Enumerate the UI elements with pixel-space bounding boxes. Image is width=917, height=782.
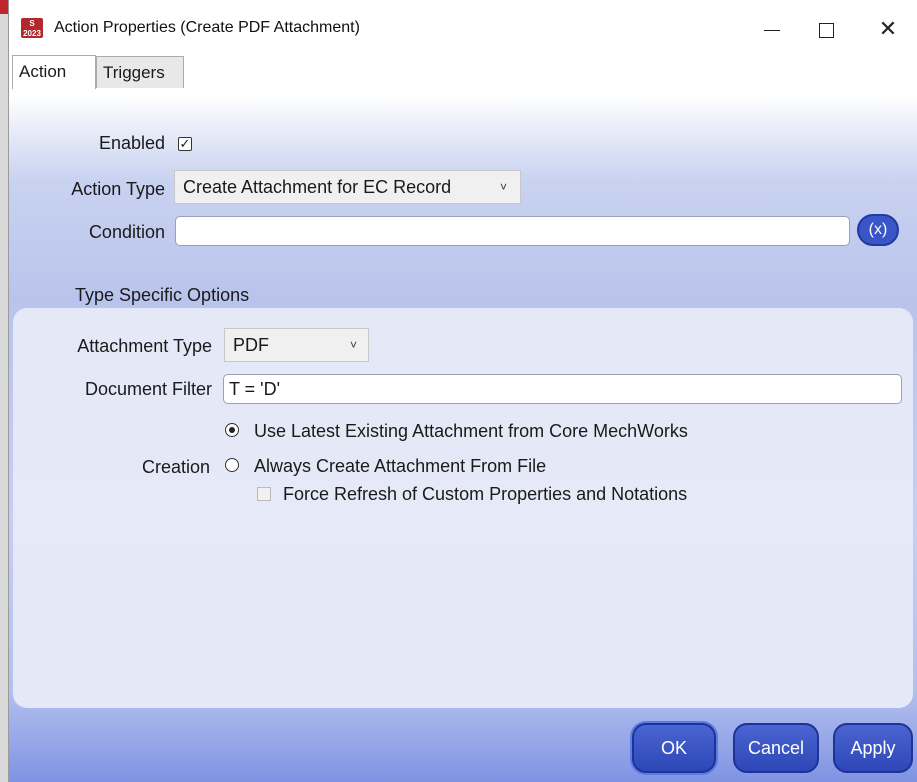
- creation-option-latest-label[interactable]: Use Latest Existing Attachment from Core…: [254, 421, 688, 442]
- attachment-type-value: PDF: [233, 335, 269, 355]
- close-button[interactable]: ✕: [860, 8, 916, 50]
- window-title: Action Properties (Create PDF Attachment…: [54, 19, 360, 36]
- minimize-icon: [764, 29, 780, 31]
- type-specific-options-title: Type Specific Options: [75, 285, 250, 305]
- chevron-down-icon: ˅: [500, 180, 508, 194]
- creation-option-file-radio[interactable]: [225, 458, 239, 472]
- creation-label: Creation: [141, 457, 210, 477]
- tab-action[interactable]: Action: [12, 55, 96, 89]
- ok-button[interactable]: OK: [632, 723, 716, 773]
- condition-input[interactable]: [175, 216, 850, 246]
- maximize-button[interactable]: [798, 8, 854, 50]
- tab-triggers[interactable]: Triggers: [96, 56, 184, 88]
- condition-label: Condition: [88, 222, 165, 242]
- type-specific-options-panel: [13, 308, 913, 708]
- action-type-dropdown[interactable]: Create Attachment for EC Record ˅: [174, 170, 521, 204]
- chevron-down-icon: ˅: [350, 338, 358, 352]
- app-icon: S 2023: [21, 18, 43, 38]
- radio-selected-dot: [228, 426, 235, 433]
- enabled-checkbox[interactable]: ✓: [178, 137, 192, 151]
- attachment-type-dropdown[interactable]: PDF ˅: [224, 328, 369, 362]
- condition-variable-button[interactable]: (x): [857, 214, 899, 246]
- action-properties-dialog: S 2023 Action Properties (Create PDF Att…: [8, 0, 917, 782]
- checkmark-icon: ✓: [179, 136, 191, 151]
- minimize-button[interactable]: [744, 8, 800, 50]
- document-filter-label: Document Filter: [84, 379, 212, 399]
- action-type-label: Action Type: [71, 179, 165, 199]
- background-window-edge: [0, 0, 8, 14]
- enabled-label: Enabled: [98, 133, 165, 153]
- creation-option-file-label[interactable]: Always Create Attachment From File: [254, 456, 546, 477]
- attachment-type-label: Attachment Type: [77, 336, 212, 356]
- document-filter-input[interactable]: T = 'D': [223, 374, 902, 404]
- title-bar[interactable]: S 2023 Action Properties (Create PDF Att…: [9, 0, 917, 62]
- apply-button[interactable]: Apply: [833, 723, 913, 773]
- close-icon: ✕: [878, 16, 898, 41]
- action-type-value: Create Attachment for EC Record: [183, 177, 452, 197]
- creation-option-latest-radio[interactable]: [225, 423, 239, 437]
- force-refresh-checkbox[interactable]: [257, 487, 271, 501]
- cancel-button[interactable]: Cancel: [733, 723, 819, 773]
- maximize-icon: [818, 22, 834, 38]
- force-refresh-label: Force Refresh of Custom Properties and N…: [283, 484, 688, 504]
